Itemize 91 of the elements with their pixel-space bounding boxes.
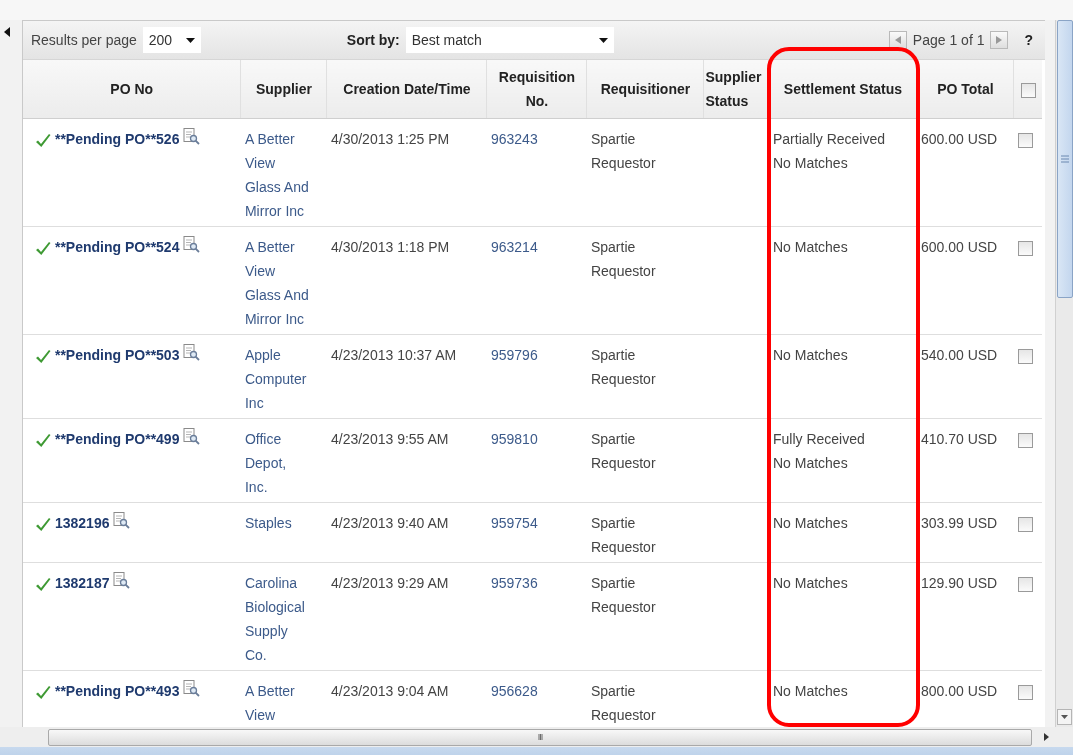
column-header[interactable]: Supplier	[240, 60, 327, 118]
caret-icon[interactable]	[185, 37, 195, 43]
page-indicator: Page 1 of 1	[912, 32, 985, 48]
creation-date: 4/23/2013 9:55 AM	[330, 429, 450, 449]
po-number-link[interactable]: 1382187	[54, 570, 110, 595]
po-number-link[interactable]: **Pending PO**526	[54, 126, 180, 151]
supplier-link[interactable]: Carolina Biological Supply Co.	[244, 570, 323, 667]
settlement-status: No Matches	[772, 573, 849, 593]
caret-icon[interactable]	[598, 37, 608, 43]
settlement-status: No Matches	[772, 513, 849, 533]
po-total: 800.00 USD	[920, 681, 999, 701]
row-checkbox[interactable]	[1017, 133, 1033, 149]
next-page-button[interactable]	[990, 31, 1009, 49]
requisitioner-name: Spartie Requestor	[590, 573, 657, 617]
scroll-right-icon[interactable]	[1044, 733, 1049, 741]
requisition-link[interactable]: 959736	[490, 570, 583, 595]
po-total: 600.00 USD	[920, 237, 999, 257]
horizontal-scrollbar[interactable]: III	[48, 728, 1032, 746]
creation-date: 4/23/2013 10:37 AM	[330, 345, 458, 365]
requisitioner-name: Spartie Requestor	[590, 681, 657, 725]
requisition-link[interactable]: 963214	[490, 234, 583, 259]
creation-date: 4/30/2013 1:18 PM	[330, 237, 451, 257]
document-magnifier-icon[interactable]	[183, 127, 201, 145]
requisition-link[interactable]: 956628	[490, 678, 583, 703]
down-arrow-icon[interactable]	[1061, 715, 1069, 719]
supplier-link[interactable]: Staples	[244, 510, 323, 535]
settlement-status: Partially Received No Matches	[772, 129, 886, 173]
requisitioner-name: Spartie Requestor	[590, 129, 657, 173]
document-magnifier-icon[interactable]	[183, 427, 201, 445]
requisitioner-name: Spartie Requestor	[590, 513, 657, 557]
row-checkbox[interactable]	[1017, 517, 1033, 533]
supplier-link[interactable]: A Better View	[244, 678, 323, 727]
po-total: 410.70 USD	[920, 429, 999, 449]
po-total: 129.90 USD	[920, 573, 999, 593]
supplier-link[interactable]: A Better View Glass And Mirror Inc	[244, 126, 323, 223]
column-header[interactable]: PO No	[22, 60, 241, 118]
sort-by-label: Sort by:	[346, 32, 400, 48]
settlement-status: No Matches	[772, 681, 849, 701]
row-checkbox[interactable]	[1017, 577, 1033, 593]
right-arrow-icon[interactable]	[996, 36, 1003, 44]
row-checkbox[interactable]	[1017, 433, 1033, 449]
settlement-status: No Matches	[772, 237, 849, 257]
po-number-link[interactable]: **Pending PO**499	[54, 426, 180, 451]
document-magnifier-icon[interactable]	[113, 571, 131, 589]
collapse-arrow-icon[interactable]	[4, 27, 10, 37]
creation-date: 4/23/2013 9:40 AM	[330, 513, 450, 533]
column-header[interactable]: Requisition No.	[486, 60, 587, 118]
creation-date: 4/23/2013 9:29 AM	[330, 573, 450, 593]
sort-by-dropdown[interactable]: Best match	[405, 27, 614, 53]
requisition-link[interactable]: 959754	[490, 510, 583, 535]
supplier-link[interactable]: Office Depot, Inc.	[244, 426, 323, 499]
po-total: 303.99 USD	[920, 513, 999, 533]
supplier-link[interactable]: Apple Computer Inc	[244, 342, 323, 415]
vertical-scrollbar[interactable]	[1055, 20, 1073, 727]
previous-page-button[interactable]	[888, 31, 907, 49]
requisitioner-name: Spartie Requestor	[590, 429, 657, 473]
help-link[interactable]: ?	[1024, 32, 1034, 48]
settlement-status: No Matches	[772, 345, 849, 365]
requisition-link[interactable]: 959796	[490, 342, 583, 367]
po-total: 600.00 USD	[920, 129, 999, 149]
requisition-link[interactable]: 959810	[490, 426, 583, 451]
supplier-link[interactable]: A Better View Glass And Mirror Inc	[244, 234, 323, 331]
scroll-down-button[interactable]	[1057, 709, 1073, 725]
column-header[interactable]: Settlement Status	[768, 60, 917, 118]
po-number-link[interactable]: **Pending PO**493	[54, 678, 180, 703]
document-magnifier-icon[interactable]	[183, 343, 201, 361]
select-all-checkbox[interactable]	[1020, 82, 1036, 98]
results-per-page-label: Results per page	[30, 32, 137, 48]
column-header[interactable]: Creation Date/Time	[326, 60, 487, 118]
document-magnifier-icon[interactable]	[113, 511, 131, 529]
po-number-link[interactable]: **Pending PO**503	[54, 342, 180, 367]
creation-date: 4/23/2013 9:04 AM	[330, 681, 450, 701]
po-number-link[interactable]: 1382196	[54, 510, 110, 535]
scroll-thumb[interactable]	[1057, 20, 1073, 298]
po-total: 540.00 USD	[920, 345, 999, 365]
settlement-status: Fully Received No Matches	[772, 429, 866, 473]
column-header[interactable]: PO Total	[916, 60, 1014, 118]
po-number-link[interactable]: **Pending PO**524	[54, 234, 180, 259]
document-magnifier-icon[interactable]	[183, 235, 201, 253]
left-arrow-icon[interactable]	[894, 36, 901, 44]
requisitioner-name: Spartie Requestor	[590, 237, 657, 281]
requisition-link[interactable]: 963243	[490, 126, 583, 151]
row-checkbox[interactable]	[1017, 349, 1033, 365]
row-checkbox[interactable]	[1017, 241, 1033, 257]
document-magnifier-icon[interactable]	[183, 679, 201, 697]
column-header[interactable]: Requisitioner	[586, 60, 704, 118]
results-per-page-dropdown[interactable]: 200	[142, 27, 201, 53]
row-checkbox[interactable]	[1017, 685, 1033, 701]
creation-date: 4/30/2013 1:25 PM	[330, 129, 451, 149]
requisitioner-name: Spartie Requestor	[590, 345, 657, 389]
column-header[interactable]: Supplier Status	[703, 60, 769, 118]
